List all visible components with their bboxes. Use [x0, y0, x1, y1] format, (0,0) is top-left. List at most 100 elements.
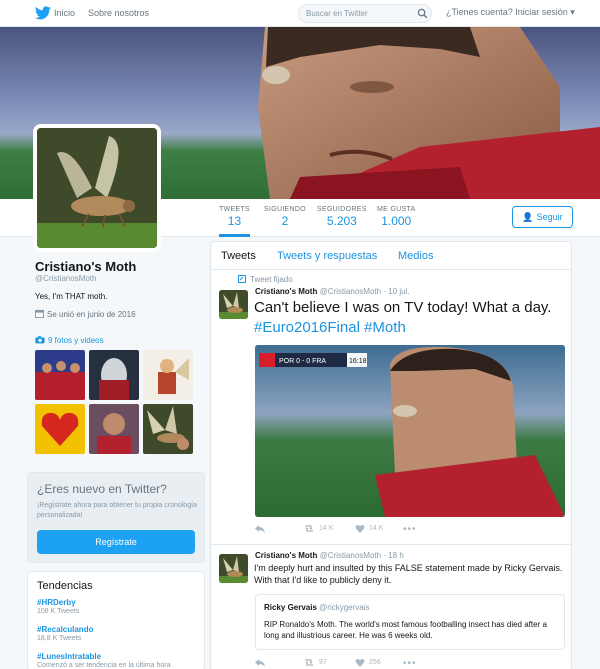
- media-thumbnail[interactable]: [89, 404, 139, 454]
- tweet-divider: [211, 544, 571, 545]
- hashtag-link[interactable]: #Moth: [364, 319, 406, 336]
- like-count: 256: [369, 659, 381, 666]
- tweet-text: I'm deeply hurt and insulted by this FAL…: [254, 563, 563, 585]
- trend-meta: Comenzó a ser tendencia en la última hor…: [37, 662, 171, 669]
- profile-handle: @CristianosMoth: [35, 274, 97, 283]
- trend-item[interactable]: #HRDerby 108 K Tweets: [37, 598, 79, 615]
- media-thumbnail[interactable]: [89, 350, 139, 400]
- stat-likes-label: ME GUSTA: [377, 206, 416, 213]
- tweet-header: Cristiano's Moth @CristianosMoth · 10 ju…: [255, 287, 410, 296]
- more-options-icon[interactable]: •••: [403, 524, 417, 535]
- search-icon[interactable]: [417, 8, 428, 19]
- heart-icon: [355, 525, 365, 533]
- media-thumbnail[interactable]: [35, 350, 85, 400]
- moth-avatar-image: [37, 128, 157, 248]
- trend-tag: #LunesIntratable: [37, 652, 102, 661]
- trends-title: Tendencias: [37, 580, 93, 592]
- tweet-author-name[interactable]: Cristiano's Moth: [255, 287, 317, 296]
- moth-avatar-small: [219, 554, 248, 583]
- trend-item[interactable]: #LunesIntratable Comenzó a ser tendencia…: [37, 652, 170, 669]
- profile-avatar[interactable]: [33, 124, 161, 252]
- like-button[interactable]: 256: [355, 658, 381, 667]
- heart-thumbnail: [35, 404, 85, 454]
- tweet-author-handle[interactable]: @CristianosMoth: [320, 551, 381, 560]
- camera-icon: [35, 336, 45, 344]
- trend-meta: 108 K Tweets: [37, 608, 80, 615]
- stat-followers-value: 5.203: [326, 214, 357, 228]
- stat-followers-label: SEGUIDORES: [317, 206, 367, 213]
- trend-meta: 18,8 K Tweets: [37, 635, 82, 642]
- retweet-icon: [305, 525, 313, 532]
- stat-following[interactable]: SIGUIENDO 2: [264, 206, 306, 228]
- follow-button[interactable]: 👤 Seguir: [512, 206, 573, 228]
- tweet-author-name[interactable]: Cristiano's Moth: [255, 551, 317, 560]
- hashtag-link[interactable]: #Euro2016Final: [254, 319, 360, 336]
- tweet-author-handle[interactable]: @CristianosMoth: [320, 287, 381, 296]
- stat-following-value: 2: [281, 214, 289, 228]
- nav-about-link[interactable]: Sobre nosotros: [88, 8, 149, 18]
- top-navigation: Inicio Sobre nosotros ¿Tienes cuenta? In…: [0, 0, 600, 27]
- tweet-date[interactable]: · 10 jul.: [383, 287, 409, 296]
- twitter-bird-icon[interactable]: [35, 6, 51, 20]
- trend-tag: #Recalculando: [37, 625, 94, 634]
- stat-likes[interactable]: ME GUSTA 1.000: [377, 206, 415, 228]
- trend-item[interactable]: #Recalculando 18,8 K Tweets: [37, 625, 93, 642]
- quoted-author-name: Ricky Gervais: [264, 603, 317, 612]
- login-label: ¿Tienes cuenta? Iniciar sesión: [446, 7, 568, 17]
- timeline: Tweets Tweets y respuestas Medios Tweet …: [210, 241, 572, 669]
- stat-followers[interactable]: SEGUIDORES 5.203: [317, 206, 367, 228]
- tab-tweets-replies[interactable]: Tweets y respuestas: [277, 250, 377, 262]
- reply-button[interactable]: [255, 524, 265, 533]
- stat-tweets-value: 13: [227, 214, 242, 228]
- profile-bio: Yes, I'm THAT moth.: [35, 292, 108, 301]
- more-options-icon[interactable]: •••: [403, 658, 417, 669]
- profile-joined: Se unió en junio de 2016: [35, 309, 136, 319]
- reply-button[interactable]: [255, 658, 265, 667]
- chevron-down-icon: ▾: [570, 7, 575, 17]
- heart-icon: [355, 659, 365, 667]
- nav-home-link[interactable]: Inicio: [54, 8, 75, 18]
- cartoon-thumbnail: [143, 350, 193, 400]
- follow-label: Seguir: [536, 212, 563, 222]
- login-link[interactable]: ¿Tienes cuenta? Iniciar sesión ▾: [446, 7, 575, 18]
- quoted-author-handle: @rickygervais: [319, 603, 370, 612]
- timeline-tabs: Tweets Tweets y respuestas Medios: [211, 242, 571, 270]
- like-button[interactable]: 14 K: [355, 524, 383, 533]
- tweet-avatar[interactable]: [219, 290, 248, 319]
- signup-text: ¡Regístrate ahora para obtener tu propia…: [37, 502, 197, 519]
- reply-icon: [255, 525, 265, 533]
- reply-icon: [255, 659, 265, 667]
- signup-button[interactable]: Regístrate: [37, 530, 195, 554]
- tweet-media[interactable]: POR 0 - 0 FRA 16:18: [255, 345, 565, 517]
- search-box: [298, 4, 432, 23]
- tweet-date[interactable]: · 18 h: [383, 551, 403, 560]
- media-thumbnail[interactable]: [143, 404, 193, 454]
- media-thumbnail[interactable]: [35, 404, 85, 454]
- follow-user-icon: 👤: [522, 212, 534, 222]
- calendar-icon: [35, 309, 44, 318]
- quoted-tweet-header: Ricky Gervais @rickygervais: [264, 603, 370, 612]
- tab-media[interactable]: Medios: [398, 250, 433, 262]
- stat-tweets-label: TWEETS: [219, 206, 250, 213]
- tweet-text: Can't believe I was on TV today! What a …: [254, 298, 564, 338]
- media-link[interactable]: 9 fotos y videos: [35, 336, 104, 345]
- trophy-thumbnail: [89, 350, 139, 400]
- team-photo-thumbnail: [35, 350, 85, 400]
- tab-tweets[interactable]: Tweets: [221, 250, 256, 262]
- trend-tag: #HRDerby: [37, 598, 76, 607]
- trends-module: Tendencias #HRDerby 108 K Tweets #Recalc…: [27, 571, 205, 669]
- ronaldo-thumbnail: [89, 404, 139, 454]
- profile-joined-text: Se unió en junio de 2016: [47, 310, 136, 319]
- retweet-button[interactable]: 97: [303, 658, 327, 667]
- media-thumbnail[interactable]: [143, 350, 193, 400]
- stat-following-label: SIGUIENDO: [264, 206, 306, 213]
- profile-name[interactable]: Cristiano's Moth: [35, 259, 136, 274]
- tweet-avatar[interactable]: [219, 554, 248, 583]
- retweet-button[interactable]: 14 K: [303, 524, 333, 533]
- scoreboard-clock: 16:18: [349, 358, 367, 365]
- quoted-tweet[interactable]: Ricky Gervais @rickygervais RIP Ronaldo'…: [255, 594, 565, 650]
- retweet-count: 14 K: [319, 525, 334, 532]
- tweet-text-start: Can't believe I was on TV today! What a …: [254, 299, 552, 316]
- stat-tweets[interactable]: TWEETS 13: [219, 206, 250, 237]
- search-input[interactable]: [306, 5, 414, 22]
